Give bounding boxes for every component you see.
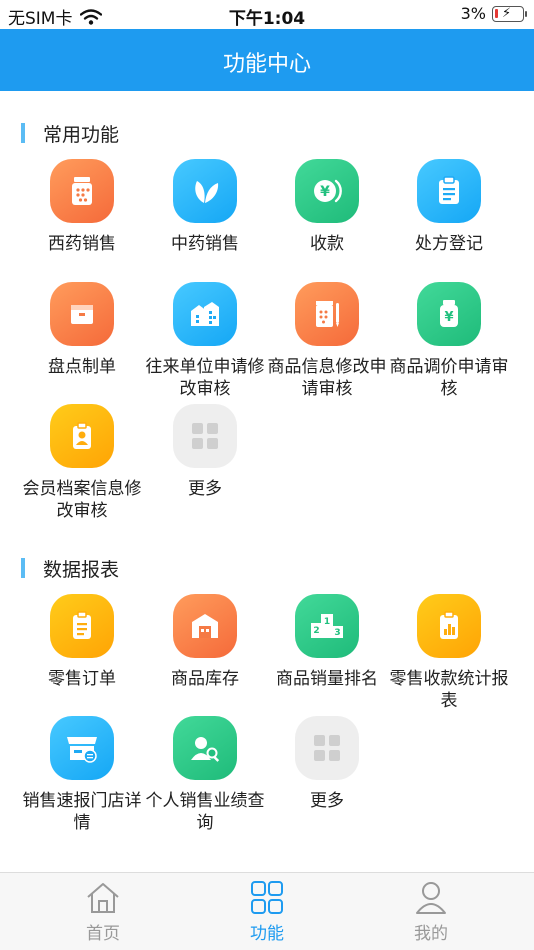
report-personal-sales-performance[interactable]: 个人销售业绩查询	[144, 716, 266, 834]
func-product-info-change-review[interactable]: 商品信息修改申请审核	[266, 282, 388, 400]
func-more-common[interactable]: 更多	[144, 404, 266, 500]
report-store-sales-brief[interactable]: 销售速报门店详情	[21, 716, 143, 834]
battery-percent: 3%	[460, 4, 486, 23]
status-bar: 无SIM卡 下午1:04 3% ⚡	[0, 0, 534, 29]
grid-more-icon	[173, 404, 237, 468]
svg-text:2: 2	[313, 626, 319, 636]
func-label: 销售速报门店详情	[22, 791, 142, 833]
func-label: 商品销量排名	[276, 669, 378, 689]
nav-header: 功能中心	[0, 29, 534, 91]
func-label: 商品信息修改申请审核	[267, 357, 387, 399]
box-icon	[50, 282, 114, 346]
tab-functions[interactable]: 功能	[207, 881, 327, 944]
svg-text:1: 1	[324, 617, 330, 627]
func-label: 商品调价申请审核	[389, 357, 509, 399]
func-collection[interactable]: ¥ 收款	[266, 159, 388, 255]
clock: 下午1:04	[228, 9, 306, 29]
section-title: 数据报表	[43, 558, 120, 581]
func-label: 零售收款统计报表	[389, 669, 509, 711]
func-label: 商品库存	[171, 669, 239, 689]
page-title: 功能中心	[222, 52, 311, 77]
tab-label: 功能	[250, 924, 284, 944]
func-member-info-change-review[interactable]: 会员档案信息修改审核	[21, 404, 143, 522]
tab-label: 首页	[86, 924, 120, 944]
func-prescription-register[interactable]: 处方登记	[388, 159, 510, 255]
storefront-icon	[50, 716, 114, 780]
tab-home[interactable]: 首页	[43, 881, 163, 944]
section-accent-bar	[21, 123, 25, 143]
report-retail-collection-stats[interactable]: 零售收款统计报表	[388, 594, 510, 712]
home-icon	[87, 883, 119, 913]
report-more[interactable]: 更多	[266, 716, 388, 812]
svg-text:¥: ¥	[320, 184, 330, 200]
medicine-bottle-icon	[50, 159, 114, 223]
func-stocktake-order[interactable]: 盘点制单	[21, 282, 143, 378]
tab-mine[interactable]: 我的	[371, 881, 491, 944]
order-list-icon	[50, 594, 114, 658]
func-label: 会员档案信息修改审核	[22, 479, 142, 521]
svg-text:3: 3	[334, 628, 340, 638]
product-edit-icon	[295, 282, 359, 346]
podium-icon: 12 3	[295, 594, 359, 658]
func-label: 中药销售	[171, 234, 239, 254]
battery-info: 3% ⚡	[460, 4, 527, 23]
report-product-inventory[interactable]: 商品库存	[144, 594, 266, 690]
func-label: 往来单位申请修改审核	[145, 357, 265, 399]
warehouse-icon	[173, 594, 237, 658]
yuan-coin-icon: ¥	[295, 159, 359, 223]
func-label: 西药销售	[48, 234, 116, 254]
section-title: 常用功能	[43, 123, 120, 146]
func-label: 收款	[310, 234, 344, 254]
func-label: 零售订单	[48, 669, 116, 689]
func-label: 更多	[188, 479, 222, 499]
func-western-medicine-sales[interactable]: 西药销售	[21, 159, 143, 255]
func-label: 个人销售业绩查询	[145, 791, 265, 833]
leaf-icon	[173, 159, 237, 223]
bar-report-icon	[417, 594, 481, 658]
func-partner-change-review[interactable]: 往来单位申请修改审核	[144, 282, 266, 400]
user-icon	[416, 882, 446, 914]
clipboard-icon	[417, 159, 481, 223]
tab-label: 我的	[414, 924, 448, 944]
section-reports-header: 数据报表	[21, 556, 120, 581]
grid-icon	[251, 881, 283, 914]
func-chinese-medicine-sales[interactable]: 中药销售	[144, 159, 266, 255]
report-retail-orders[interactable]: 零售订单	[21, 594, 143, 690]
bottom-tab-bar: 首页 功能 我的	[0, 872, 534, 950]
member-badge-icon	[50, 404, 114, 468]
func-label: 处方登记	[415, 234, 483, 254]
svg-text:¥: ¥	[444, 310, 453, 325]
section-common-header: 常用功能	[21, 121, 120, 146]
person-search-icon	[173, 716, 237, 780]
battery-icon: ⚡	[492, 5, 527, 22]
func-label: 盘点制单	[48, 357, 116, 377]
report-sales-ranking[interactable]: 12 3 商品销量排名	[266, 594, 388, 690]
func-price-adjust-review[interactable]: ¥ 商品调价申请审核	[388, 282, 510, 400]
section-accent-bar	[21, 558, 25, 578]
func-label: 更多	[310, 791, 344, 811]
grid-more-icon	[295, 716, 359, 780]
price-jar-icon: ¥	[417, 282, 481, 346]
building-icon	[173, 282, 237, 346]
